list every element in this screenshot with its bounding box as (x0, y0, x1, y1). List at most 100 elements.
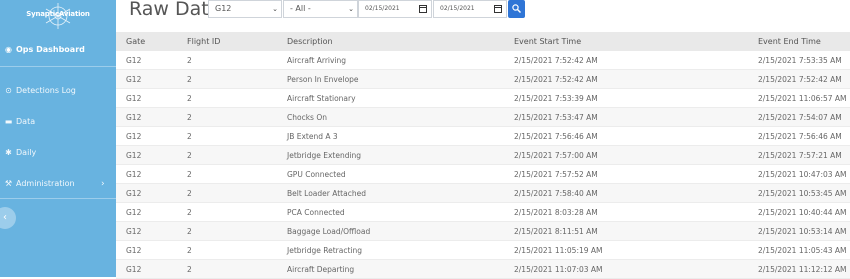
cell-event-start-time: 2/15/2021 8:03:28 AM (514, 208, 598, 217)
cell-flight-id: 2 (187, 75, 192, 84)
cell-flight-id: 2 (187, 265, 192, 274)
cell-event-start-time: 2/15/2021 7:52:42 AM (514, 75, 598, 84)
cell-flight-id: 2 (187, 56, 192, 65)
cell-event-end-time: 2/15/2021 7:52:42 AM (758, 75, 842, 84)
cell-event-end-time: 2/15/2021 10:40:44 AM (758, 208, 847, 217)
detections-icon: ⊙ (5, 86, 12, 95)
sidebar: SynapticAviation ◉ Ops Dashboard ⊙ Detec… (0, 0, 116, 277)
search-button[interactable] (508, 0, 525, 18)
cell-gate: G12 (126, 151, 142, 160)
cell-flight-id: 2 (187, 132, 192, 141)
cell-description: Jetbridge Retracting (287, 246, 362, 255)
table-row[interactable]: G12 2 GPU Connected 2/15/2021 7:57:52 AM 2/1… (116, 165, 850, 184)
cell-flight-id: 2 (187, 170, 192, 179)
cell-event-start-time: 2/15/2021 7:58:40 AM (514, 189, 598, 198)
cell-flight-id: 2 (187, 227, 192, 236)
dashboard-icon: ◉ (5, 45, 12, 54)
cell-gate: G12 (126, 265, 142, 274)
cell-gate: G12 (126, 227, 142, 236)
cell-event-end-time: 2/15/2021 7:53:35 AM (758, 56, 842, 65)
sidebar-item-daily[interactable]: ✱ Daily (0, 145, 116, 161)
cell-description: Aircraft Departing (287, 265, 355, 274)
table-row[interactable]: G12 2 Jetbridge Extending 2/15/2021 7:57:00… (116, 146, 850, 165)
cell-flight-id: 2 (187, 246, 192, 255)
table-row[interactable]: G12 2 Aircraft Stationary 2/15/2021 7:53:39… (116, 89, 850, 108)
cell-flight-id: 2 (187, 208, 192, 217)
table-row[interactable]: G12 2 Aircraft Departing 2/15/2021 11:07:03… (116, 260, 850, 279)
page-title: Raw Data (129, 0, 221, 20)
calendar-icon[interactable] (419, 5, 427, 13)
table-row[interactable]: G12 2 Baggage Load/Offload 2/15/2021 8:11:5… (116, 222, 850, 241)
sidebar-collapse-button[interactable]: ‹ (0, 207, 16, 229)
brand-name: SynapticAviation (26, 10, 90, 18)
table-row[interactable]: G12 2 JB Extend A 3 2/15/2021 7:56:46 AM 2/1… (116, 127, 850, 146)
sidebar-item-label: Ops Dashboard (16, 45, 85, 54)
cell-event-start-time: 2/15/2021 7:53:39 AM (514, 94, 598, 103)
cell-event-start-time: 2/15/2021 7:53:47 AM (514, 113, 598, 122)
table-row[interactable]: G12 2 PCA Connected 2/15/2021 8:03:28 AM 2/1… (116, 203, 850, 222)
chevron-down-icon: ⌄ (272, 5, 278, 13)
cell-event-start-time: 2/15/2021 7:57:00 AM (514, 151, 598, 160)
cell-gate: G12 (126, 113, 142, 122)
cell-event-start-time: 2/15/2021 11:05:19 AM (514, 246, 603, 255)
table-row[interactable]: G12 2 Chocks On 2/15/2021 7:53:47 AM 2/15/20… (116, 108, 850, 127)
cell-event-end-time: 2/15/2021 10:47:03 AM (758, 170, 847, 179)
sidebar-item-data[interactable]: ▬ Data (0, 114, 116, 130)
cell-flight-id: 2 (187, 189, 192, 198)
cell-gate: G12 (126, 208, 142, 217)
cell-event-end-time: 2/15/2021 7:54:07 AM (758, 113, 842, 122)
cell-event-end-time: 2/15/2021 11:12:12 AM (758, 265, 847, 274)
sidebar-divider (0, 66, 116, 67)
cell-gate: G12 (126, 189, 142, 198)
folder-icon: ▬ (4, 117, 13, 126)
sidebar-item-label: Data (16, 117, 36, 126)
column-header-gate[interactable]: Gate (126, 32, 145, 51)
wrench-icon: ⚒ (4, 179, 13, 188)
asterisk-icon: ✱ (5, 148, 12, 157)
cell-event-start-time: 2/15/2021 7:52:42 AM (514, 56, 598, 65)
table-row[interactable]: G12 2 Aircraft Arriving 2/15/2021 7:52:42 A… (116, 51, 850, 70)
sidebar-item-administration[interactable]: ⚒ Administration › (0, 176, 116, 192)
search-icon (512, 4, 521, 13)
brand-logo[interactable]: SynapticAviation (22, 2, 94, 32)
column-header-flight-id[interactable]: Flight ID (187, 32, 220, 51)
sidebar-item-detections-log[interactable]: ⊙ Detections Log (0, 83, 116, 99)
chevron-down-icon: ⌄ (348, 5, 354, 13)
table-row[interactable]: G12 2 Jetbridge Retracting 2/15/2021 11:05:… (116, 241, 850, 260)
cell-gate: G12 (126, 170, 142, 179)
cell-event-start-time: 2/15/2021 7:56:46 AM (514, 132, 598, 141)
sidebar-item-label: Daily (16, 148, 37, 157)
chevron-left-icon: ‹ (3, 212, 7, 223)
sidebar-item-ops-dashboard[interactable]: ◉ Ops Dashboard (0, 42, 116, 58)
table-header: Gate Flight ID Description Event Start T… (116, 32, 850, 51)
column-header-description[interactable]: Description (287, 32, 333, 51)
cell-description: Belt Loader Attached (287, 189, 366, 198)
cell-event-end-time: 2/15/2021 10:53:14 AM (758, 227, 847, 236)
column-header-event-end-time[interactable]: Event End Time (758, 32, 821, 51)
gate-select[interactable]: G12 ⌄ (208, 0, 282, 18)
cell-description: Chocks On (287, 113, 327, 122)
cell-description: Aircraft Stationary (287, 94, 356, 103)
cell-description: Baggage Load/Offload (287, 227, 371, 236)
table-row[interactable]: G12 2 Person In Envelope 2/15/2021 7:52:42 … (116, 70, 850, 89)
cell-description: GPU Connected (287, 170, 346, 179)
cell-gate: G12 (126, 75, 142, 84)
cell-event-start-time: 2/15/2021 11:07:03 AM (514, 265, 603, 274)
cell-event-end-time: 2/15/2021 10:53:45 AM (758, 189, 847, 198)
calendar-icon[interactable] (494, 5, 502, 13)
cell-gate: G12 (126, 94, 142, 103)
cell-flight-id: 2 (187, 113, 192, 122)
table-row[interactable]: G12 2 Belt Loader Attached 2/15/2021 7:58:4… (116, 184, 850, 203)
start-date-input[interactable]: 02/15/2021 (358, 0, 432, 18)
cell-flight-id: 2 (187, 94, 192, 103)
cell-description: PCA Connected (287, 208, 345, 217)
column-header-event-start-time[interactable]: Event Start Time (514, 32, 581, 51)
cell-description: Aircraft Arriving (287, 56, 347, 65)
cell-description: Person In Envelope (287, 75, 359, 84)
end-date-value: 02/15/2021 (440, 5, 475, 12)
cell-gate: G12 (126, 246, 142, 255)
cell-flight-id: 2 (187, 151, 192, 160)
end-date-input[interactable]: 02/15/2021 (433, 0, 507, 18)
sidebar-item-label: Detections Log (16, 86, 76, 95)
filter-select[interactable]: - All - ⌄ (283, 0, 358, 18)
